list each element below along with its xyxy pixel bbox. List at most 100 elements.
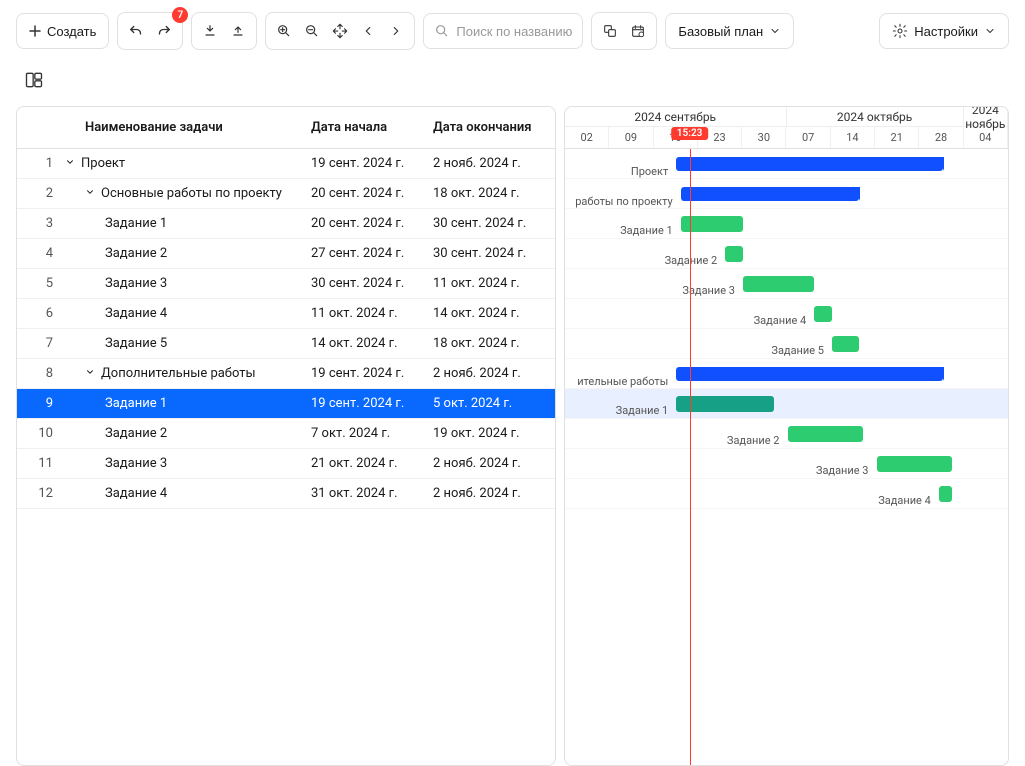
gantt-row[interactable]: Задание 4: [565, 479, 1008, 509]
search-box[interactable]: [423, 13, 583, 49]
table-row[interactable]: 2Основные работы по проекту20 сент. 2024…: [17, 179, 555, 209]
gantt-row[interactable]: Задание 3: [565, 449, 1008, 479]
gantt-row[interactable]: Задание 3: [565, 269, 1008, 299]
row-end[interactable]: 30 сент. 2024 г.: [433, 216, 555, 231]
gantt-body[interactable]: Проект работы по проекту Задание 1 Задание …: [565, 149, 1008, 509]
gantt-row[interactable]: Задание 2: [565, 419, 1008, 449]
gantt-row[interactable]: ительные работы: [565, 359, 1008, 389]
gantt-bar[interactable]: Задание 1: [676, 396, 774, 412]
row-name-cell[interactable]: Задание 1: [65, 396, 311, 411]
row-start[interactable]: 11 окт. 2024 г.: [311, 306, 433, 321]
fit-button[interactable]: [326, 13, 354, 49]
row-name-cell[interactable]: Задание 1: [65, 216, 311, 231]
chevron-down-icon[interactable]: [85, 187, 95, 197]
table-row[interactable]: 11Задание 321 окт. 2024 г.2 нояб. 2024 г…: [17, 449, 555, 479]
table-row[interactable]: 9Задание 119 сент. 2024 г.5 окт. 2024 г.: [17, 389, 555, 419]
gantt-bar[interactable]: Задание 4: [814, 306, 832, 322]
table-row[interactable]: 5Задание 330 сент. 2024 г.11 окт. 2024 г…: [17, 269, 555, 299]
gantt-bar[interactable]: работы по проекту: [681, 187, 859, 201]
gantt-row[interactable]: Проект: [565, 149, 1008, 179]
create-button[interactable]: Создать: [16, 13, 109, 49]
row-end[interactable]: 2 нояб. 2024 г.: [433, 156, 555, 171]
col-header-start[interactable]: Дата начала: [311, 120, 433, 135]
gantt-row[interactable]: Задание 4: [565, 299, 1008, 329]
day-header[interactable]: 14: [831, 127, 875, 148]
row-end[interactable]: 5 окт. 2024 г.: [433, 396, 555, 411]
calendar-button[interactable]: [624, 13, 652, 49]
gantt-bar[interactable]: Задание 4: [939, 486, 952, 502]
gantt-row[interactable]: Задание 1: [565, 209, 1008, 239]
day-header[interactable]: 28: [919, 127, 963, 148]
layout-toggle-button[interactable]: [16, 62, 52, 98]
row-start[interactable]: 19 сент. 2024 г.: [311, 366, 433, 381]
table-row[interactable]: 10Задание 27 окт. 2024 г.19 окт. 2024 г.: [17, 419, 555, 449]
row-end[interactable]: 19 окт. 2024 г.: [433, 426, 555, 441]
gantt-row[interactable]: Задание 5: [565, 329, 1008, 359]
gantt-bar[interactable]: Задание 2: [725, 246, 743, 262]
row-start[interactable]: 20 сент. 2024 г.: [311, 216, 433, 231]
day-header[interactable]: 30: [742, 127, 786, 148]
row-name-cell[interactable]: Дополнительные работы: [65, 366, 311, 381]
row-name-cell[interactable]: Задание 2: [65, 426, 311, 441]
row-name-cell[interactable]: Задание 4: [65, 306, 311, 321]
row-name-cell[interactable]: Задание 5: [65, 336, 311, 351]
row-start[interactable]: 7 окт. 2024 г.: [311, 426, 433, 441]
gantt-bar[interactable]: Проект: [676, 157, 943, 171]
day-header[interactable]: 21: [875, 127, 919, 148]
gantt-bar[interactable]: Задание 3: [877, 456, 953, 472]
gantt-row[interactable]: Задание 1: [565, 389, 1008, 419]
row-start[interactable]: 31 окт. 2024 г.: [311, 486, 433, 501]
row-end[interactable]: 2 нояб. 2024 г.: [433, 366, 555, 381]
settings-dropdown[interactable]: Настройки: [879, 13, 1009, 49]
table-row[interactable]: 6Задание 411 окт. 2024 г.14 окт. 2024 г.: [17, 299, 555, 329]
row-name-cell[interactable]: Задание 4: [65, 486, 311, 501]
table-row[interactable]: 7Задание 514 окт. 2024 г.18 окт. 2024 г.: [17, 329, 555, 359]
next-button[interactable]: [382, 13, 410, 49]
row-end[interactable]: 18 окт. 2024 г.: [433, 336, 555, 351]
row-end[interactable]: 11 окт. 2024 г.: [433, 276, 555, 291]
gantt-bar[interactable]: Задание 5: [832, 336, 859, 352]
row-start[interactable]: 30 сент. 2024 г.: [311, 276, 433, 291]
row-name-cell[interactable]: Задание 2: [65, 246, 311, 261]
day-header[interactable]: 02: [565, 127, 609, 148]
day-header[interactable]: 09: [609, 127, 653, 148]
row-end[interactable]: 2 нояб. 2024 г.: [433, 456, 555, 471]
table-row[interactable]: 12Задание 431 окт. 2024 г.2 нояб. 2024 г…: [17, 479, 555, 509]
prev-button[interactable]: [354, 13, 382, 49]
table-row[interactable]: 4Задание 227 сент. 2024 г.30 сент. 2024 …: [17, 239, 555, 269]
zoom-in-button[interactable]: [270, 13, 298, 49]
gantt-bar[interactable]: Задание 3: [743, 276, 814, 292]
gantt-bar[interactable]: ительные работы: [676, 367, 943, 381]
outdent-button[interactable]: [196, 13, 224, 49]
table-row[interactable]: 3Задание 120 сент. 2024 г.30 сент. 2024 …: [17, 209, 555, 239]
table-row[interactable]: 8Дополнительные работы19 сент. 2024 г.2 …: [17, 359, 555, 389]
row-name-cell[interactable]: Проект: [65, 156, 311, 171]
col-header-name[interactable]: Наименование задачи: [65, 120, 311, 135]
row-end[interactable]: 30 сент. 2024 г.: [433, 246, 555, 261]
chevron-down-icon[interactable]: [85, 367, 95, 377]
row-name-cell[interactable]: Задание 3: [65, 456, 311, 471]
table-row[interactable]: 1Проект19 сент. 2024 г.2 нояб. 2024 г.: [17, 149, 555, 179]
row-start[interactable]: 27 сент. 2024 г.: [311, 246, 433, 261]
day-header[interactable]: 07: [786, 127, 830, 148]
row-end[interactable]: 2 нояб. 2024 г.: [433, 486, 555, 501]
gantt-row[interactable]: работы по проекту: [565, 179, 1008, 209]
col-header-end[interactable]: Дата окончания: [433, 120, 555, 135]
row-end[interactable]: 18 окт. 2024 г.: [433, 186, 555, 201]
row-name-cell[interactable]: Основные работы по проекту: [65, 186, 311, 201]
baseline-dropdown[interactable]: Базовый план: [665, 13, 794, 49]
indent-button[interactable]: [224, 13, 252, 49]
gantt-bar[interactable]: Задание 2: [788, 426, 864, 442]
day-header[interactable]: 04: [964, 127, 1008, 148]
undo-button[interactable]: [122, 13, 150, 49]
row-end[interactable]: 14 окт. 2024 г.: [433, 306, 555, 321]
row-start[interactable]: 21 окт. 2024 г.: [311, 456, 433, 471]
row-start[interactable]: 20 сент. 2024 г.: [311, 186, 433, 201]
chevron-down-icon[interactable]: [65, 157, 75, 167]
search-input[interactable]: [456, 24, 572, 39]
row-start[interactable]: 19 сент. 2024 г.: [311, 396, 433, 411]
gantt-row[interactable]: Задание 2: [565, 239, 1008, 269]
zoom-out-button[interactable]: [298, 13, 326, 49]
row-start[interactable]: 14 окт. 2024 г.: [311, 336, 433, 351]
row-start[interactable]: 19 сент. 2024 г.: [311, 156, 433, 171]
